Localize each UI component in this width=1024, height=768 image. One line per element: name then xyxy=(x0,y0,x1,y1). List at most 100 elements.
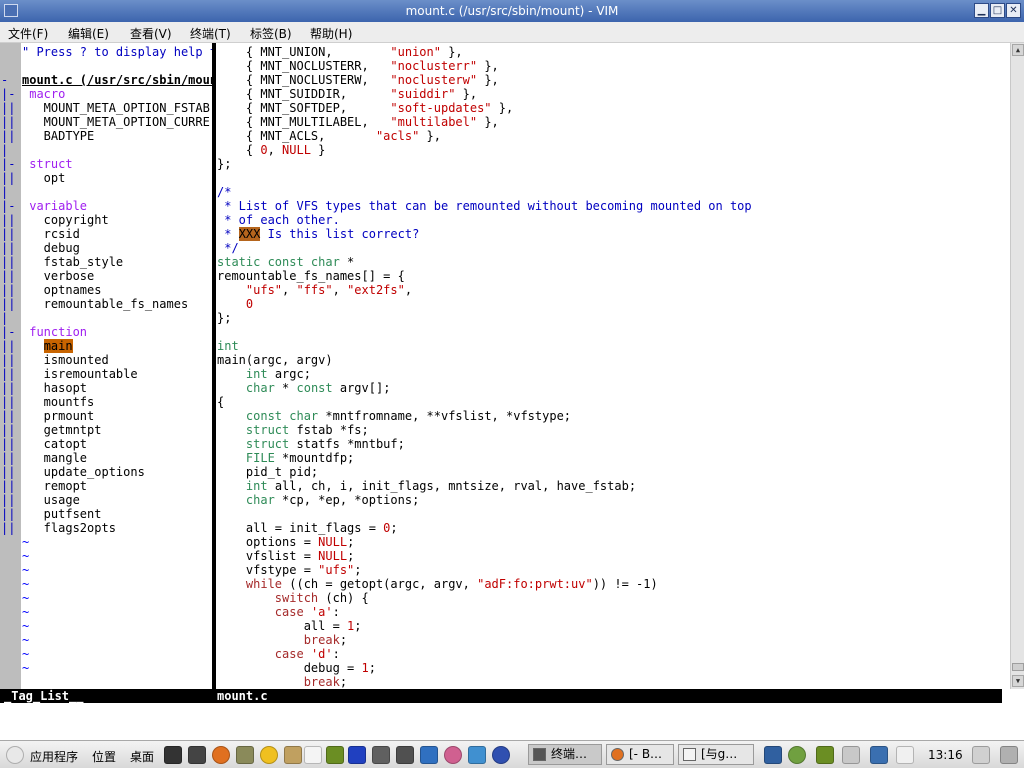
draw-icon[interactable] xyxy=(468,746,486,764)
task-editor[interactable]: [与g… xyxy=(678,744,754,765)
task-browser[interactable]: [- B… xyxy=(606,744,674,765)
code-line[interactable]: struct fstab *fs; xyxy=(217,423,369,437)
fold-marker[interactable]: || xyxy=(1,353,15,367)
text-editor-icon[interactable] xyxy=(304,746,322,764)
fold-marker[interactable]: || xyxy=(1,451,15,465)
menu-view[interactable]: 查看(V) xyxy=(130,25,172,42)
menu-file[interactable]: 文件(F) xyxy=(8,25,48,42)
taglist-item[interactable]: remopt xyxy=(22,479,87,493)
code-line[interactable]: struct statfs *mntbuf; xyxy=(217,437,405,451)
fold-marker[interactable]: || xyxy=(1,115,15,129)
code-line[interactable]: static const char * xyxy=(217,255,354,269)
taglist-item[interactable]: optnames xyxy=(22,283,102,297)
menu-tabs[interactable]: 标签(B) xyxy=(250,25,292,42)
taglist-item[interactable]: fstab_style xyxy=(22,255,123,269)
code-line[interactable]: }; xyxy=(217,311,231,325)
task-terminal[interactable]: 终端… xyxy=(528,744,602,765)
taglist-item[interactable]: opt xyxy=(22,171,66,185)
fold-marker[interactable]: || xyxy=(1,241,15,255)
code-line[interactable]: options = NULL; xyxy=(217,535,354,549)
code-line[interactable]: "ufs", "ffs", "ext2fs", xyxy=(217,283,412,297)
code-line[interactable]: * List of VFS types that can be remounte… xyxy=(217,199,751,213)
taglist-group[interactable]: macro xyxy=(22,87,65,101)
code-line[interactable]: * of each other. xyxy=(217,213,340,227)
taglist-item[interactable]: catopt xyxy=(22,437,87,451)
fold-marker[interactable]: || xyxy=(1,493,15,507)
office-icon[interactable] xyxy=(444,746,462,764)
taglist-item[interactable]: putfsent xyxy=(22,507,102,521)
network-icon[interactable] xyxy=(764,746,782,764)
fold-marker[interactable]: || xyxy=(1,479,15,493)
bbc-icon[interactable] xyxy=(348,746,366,764)
taglist-item[interactable]: mangle xyxy=(22,451,87,465)
fold-marker[interactable]: || xyxy=(1,507,15,521)
code-line[interactable]: case 'd': xyxy=(217,647,340,661)
firefox-icon[interactable] xyxy=(212,746,230,764)
taglist-item[interactable]: getmntpt xyxy=(22,423,102,437)
messenger-icon[interactable] xyxy=(260,746,278,764)
code-line[interactable]: main(argc, argv) xyxy=(217,353,333,367)
code-line[interactable]: all = init_flags = 0; xyxy=(217,521,398,535)
fold-marker[interactable]: | xyxy=(1,185,8,199)
fold-marker[interactable]: || xyxy=(1,171,15,185)
taglist-item[interactable]: copyright xyxy=(22,213,109,227)
fold-marker[interactable]: || xyxy=(1,101,15,115)
code-line[interactable]: char *cp, *ep, *options; xyxy=(217,493,419,507)
fold-marker[interactable]: |- xyxy=(1,199,15,213)
clock[interactable]: 13:16 xyxy=(928,748,963,762)
menu-edit[interactable]: 编辑(E) xyxy=(68,25,109,42)
close-button[interactable]: ✕ xyxy=(1006,3,1021,18)
tools-icon[interactable] xyxy=(284,746,302,764)
code-pane[interactable]: { MNT_UNION, "union" }, { MNT_NOCLUSTERR… xyxy=(217,43,1010,689)
code-line[interactable]: char * const argv[]; xyxy=(217,381,391,395)
show-desktop-icon[interactable] xyxy=(972,746,990,764)
fold-marker[interactable]: || xyxy=(1,269,15,283)
fold-marker[interactable]: || xyxy=(1,213,15,227)
fold-marker[interactable]: || xyxy=(1,423,15,437)
taglist-group[interactable]: variable xyxy=(22,199,87,213)
fold-marker[interactable]: | xyxy=(1,143,8,157)
taglist-item[interactable]: MOUNT_META_OPTION_CURRE xyxy=(22,115,210,129)
vim-editor[interactable]: " Press ? to display help t - mount.c (/us… xyxy=(0,43,1010,689)
taglist-item[interactable]: remountable_fs_names xyxy=(22,297,189,311)
taglist-item[interactable]: BADTYPE xyxy=(22,129,95,143)
calculator-icon[interactable] xyxy=(396,746,414,764)
code-line[interactable]: { 0, NULL } xyxy=(217,143,326,157)
terminal2-launcher-icon[interactable] xyxy=(188,746,206,764)
fold-marker[interactable]: || xyxy=(1,521,15,535)
taglist-item[interactable]: update_options xyxy=(22,465,145,479)
fold-marker[interactable]: - xyxy=(1,73,8,87)
taglist-group[interactable]: struct xyxy=(22,157,72,171)
workspace-2-icon[interactable] xyxy=(896,746,914,764)
taglist-file-header[interactable]: mount.c (/usr/src/sbin/moun xyxy=(22,73,212,87)
fold-marker[interactable]: || xyxy=(1,465,15,479)
code-line[interactable]: const char *mntfromname, **vfslist, *vfs… xyxy=(217,409,571,423)
fold-marker[interactable]: || xyxy=(1,227,15,241)
fold-marker[interactable]: |- xyxy=(1,325,15,339)
menu-terminal[interactable]: 终端(T) xyxy=(190,25,231,42)
trash-icon[interactable] xyxy=(1000,746,1018,764)
code-line[interactable]: case 'a': xyxy=(217,605,340,619)
places-menu[interactable]: 位置 xyxy=(92,748,116,765)
code-line[interactable]: remountable_fs_names[] = { xyxy=(217,269,405,283)
fold-marker[interactable]: || xyxy=(1,339,15,353)
code-line[interactable]: int all, ch, i, init_flags, mntsize, rva… xyxy=(217,479,636,493)
code-line[interactable]: { MNT_UNION, "union" }, xyxy=(217,45,463,59)
code-line[interactable]: }; xyxy=(217,157,231,171)
taglist-item[interactable]: mountfs xyxy=(22,395,95,409)
maximize-button[interactable]: □ xyxy=(990,3,1005,18)
code-line[interactable]: 0 xyxy=(217,297,253,311)
code-line[interactable]: int xyxy=(217,339,239,353)
code-line[interactable]: * XXX Is this list correct? xyxy=(217,227,419,241)
fold-marker[interactable]: || xyxy=(1,381,15,395)
fold-marker[interactable]: || xyxy=(1,437,15,451)
taglist-item[interactable]: rcsid xyxy=(22,227,80,241)
terminal-launcher-icon[interactable] xyxy=(164,746,182,764)
code-line[interactable]: vfslist = NULL; xyxy=(217,549,354,563)
code-line[interactable]: { MNT_NOCLUSTERR, "noclusterr" }, xyxy=(217,59,499,73)
taglist-item[interactable]: ismounted xyxy=(22,353,109,367)
code-line[interactable]: FILE *mountdfp; xyxy=(217,451,354,465)
fold-marker[interactable]: | xyxy=(1,311,8,325)
notes-icon[interactable] xyxy=(236,746,254,764)
chart-icon[interactable] xyxy=(420,746,438,764)
